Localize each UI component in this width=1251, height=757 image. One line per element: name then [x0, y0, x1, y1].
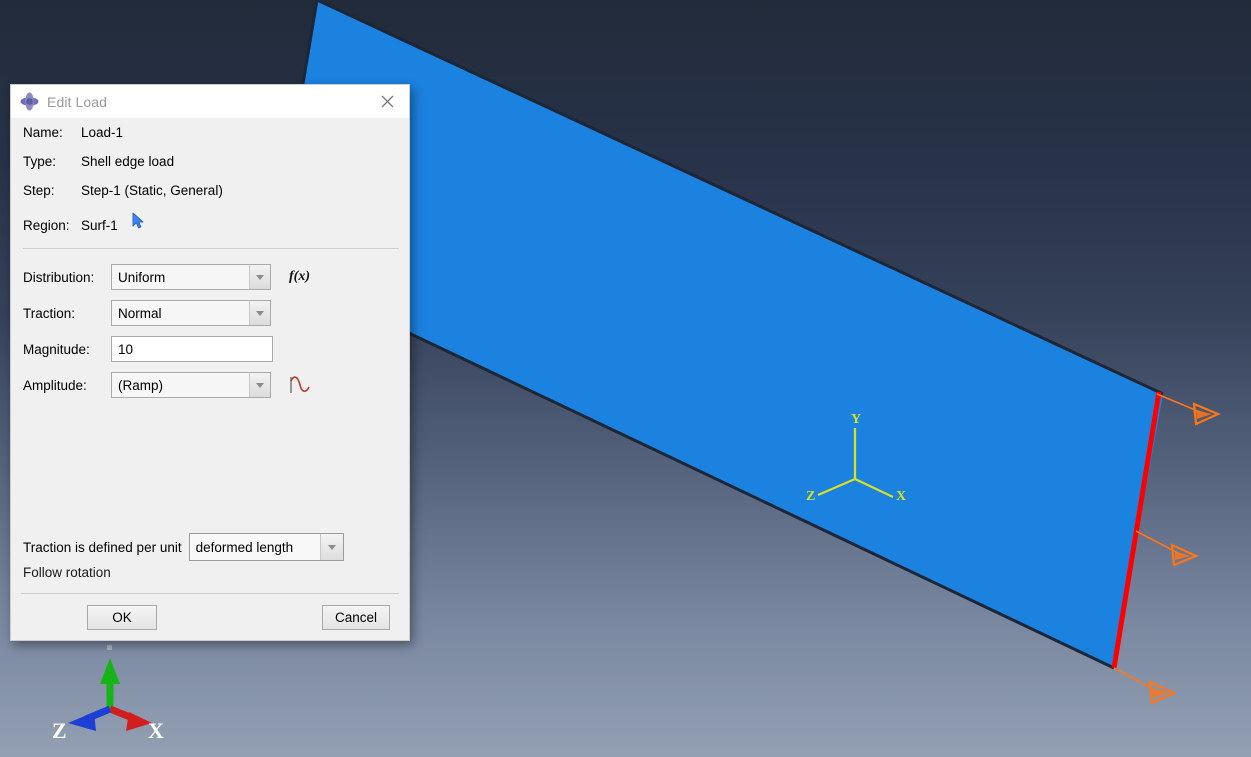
- load-arrow-3: [1114, 668, 1174, 703]
- view-triad-z-label: Z: [52, 718, 67, 743]
- model-triad-y-label: Y: [851, 412, 861, 427]
- traction-unit-value: deformed length: [190, 540, 294, 555]
- dialog-body: Name: Load-1 Type: Shell edge load Step:…: [11, 118, 409, 640]
- distribution-select[interactable]: Uniform: [111, 264, 271, 290]
- close-icon[interactable]: [365, 85, 409, 118]
- cancel-button[interactable]: Cancel: [322, 605, 390, 630]
- name-label: Name:: [23, 125, 81, 140]
- type-label: Type:: [23, 154, 81, 169]
- amplitude-select[interactable]: (Ramp): [111, 372, 271, 398]
- chevron-down-icon[interactable]: [249, 301, 270, 325]
- step-value: Step-1 (Static, General): [81, 183, 223, 198]
- distribution-label: Distribution:: [23, 270, 111, 285]
- chevron-down-icon[interactable]: [249, 265, 270, 289]
- summary-row-type: Type: Shell edge load: [23, 154, 409, 183]
- type-value: Shell edge load: [81, 154, 174, 169]
- mouse-cursor-icon: [132, 212, 146, 233]
- dialog-footer: Traction is defined per unit deformed le…: [11, 531, 409, 640]
- distribution-value: Uniform: [112, 270, 165, 285]
- dialog-title: Edit Load: [47, 94, 107, 110]
- load-fields: Distribution: Uniform f(x) Traction: No: [11, 249, 409, 403]
- chevron-down-icon[interactable]: [249, 373, 270, 397]
- distribution-function-icon[interactable]: f(x): [289, 269, 310, 285]
- summary-row-name: Name: Load-1: [23, 125, 409, 154]
- summary-row-step: Step: Step-1 (Static, General): [23, 183, 409, 212]
- ok-button[interactable]: OK: [87, 605, 157, 630]
- traction-select[interactable]: Normal: [111, 300, 271, 326]
- abaqus-viewport-window: Y X Z Z X: [0, 0, 1251, 757]
- traction-label: Traction:: [23, 306, 111, 321]
- dialog-titlebar[interactable]: Edit Load: [11, 85, 409, 118]
- name-value: Load-1: [81, 125, 123, 140]
- follow-rotation-label: Follow rotation: [11, 563, 409, 589]
- summary-row-region: Region: Surf-1: [23, 212, 409, 241]
- amplitude-label: Amplitude:: [23, 378, 111, 393]
- abaqus-diamond-icon: [20, 92, 39, 111]
- traction-unit-label: Traction is defined per unit: [23, 540, 182, 555]
- magnitude-label: Magnitude:: [23, 342, 111, 357]
- view-triad: Z X: [52, 645, 164, 743]
- amplitude-row: Amplitude: (Ramp): [23, 367, 409, 403]
- model-triad-z-label: Z: [806, 489, 815, 504]
- dialog-buttons: OK Cancel: [11, 594, 409, 640]
- load-arrow-2: [1136, 531, 1196, 565]
- magnitude-value: 10: [118, 342, 133, 357]
- amplitude-value: (Ramp): [112, 378, 163, 393]
- view-triad-x-label: X: [148, 718, 164, 743]
- traction-row: Traction: Normal: [23, 295, 409, 331]
- region-label: Region:: [23, 218, 81, 233]
- chevron-down-icon[interactable]: [320, 534, 343, 560]
- amplitude-curve-icon[interactable]: [289, 375, 311, 395]
- traction-value: Normal: [112, 306, 162, 321]
- edit-load-dialog: Edit Load Name: Load-1 Type: Shell edge …: [10, 84, 410, 641]
- step-label: Step:: [23, 183, 81, 198]
- traction-unit-row: Traction is defined per unit deformed le…: [11, 531, 409, 563]
- load-arrow-1: [1157, 394, 1218, 424]
- magnitude-input[interactable]: 10: [111, 336, 273, 362]
- magnitude-row: Magnitude: 10: [23, 331, 409, 367]
- region-value: Surf-1: [81, 218, 118, 233]
- load-summary: Name: Load-1 Type: Shell edge load Step:…: [11, 118, 409, 241]
- fx-icon: f(x): [289, 269, 310, 285]
- traction-unit-select[interactable]: deformed length: [189, 533, 344, 561]
- distribution-row: Distribution: Uniform f(x): [23, 259, 409, 295]
- model-triad-x-label: X: [896, 489, 906, 504]
